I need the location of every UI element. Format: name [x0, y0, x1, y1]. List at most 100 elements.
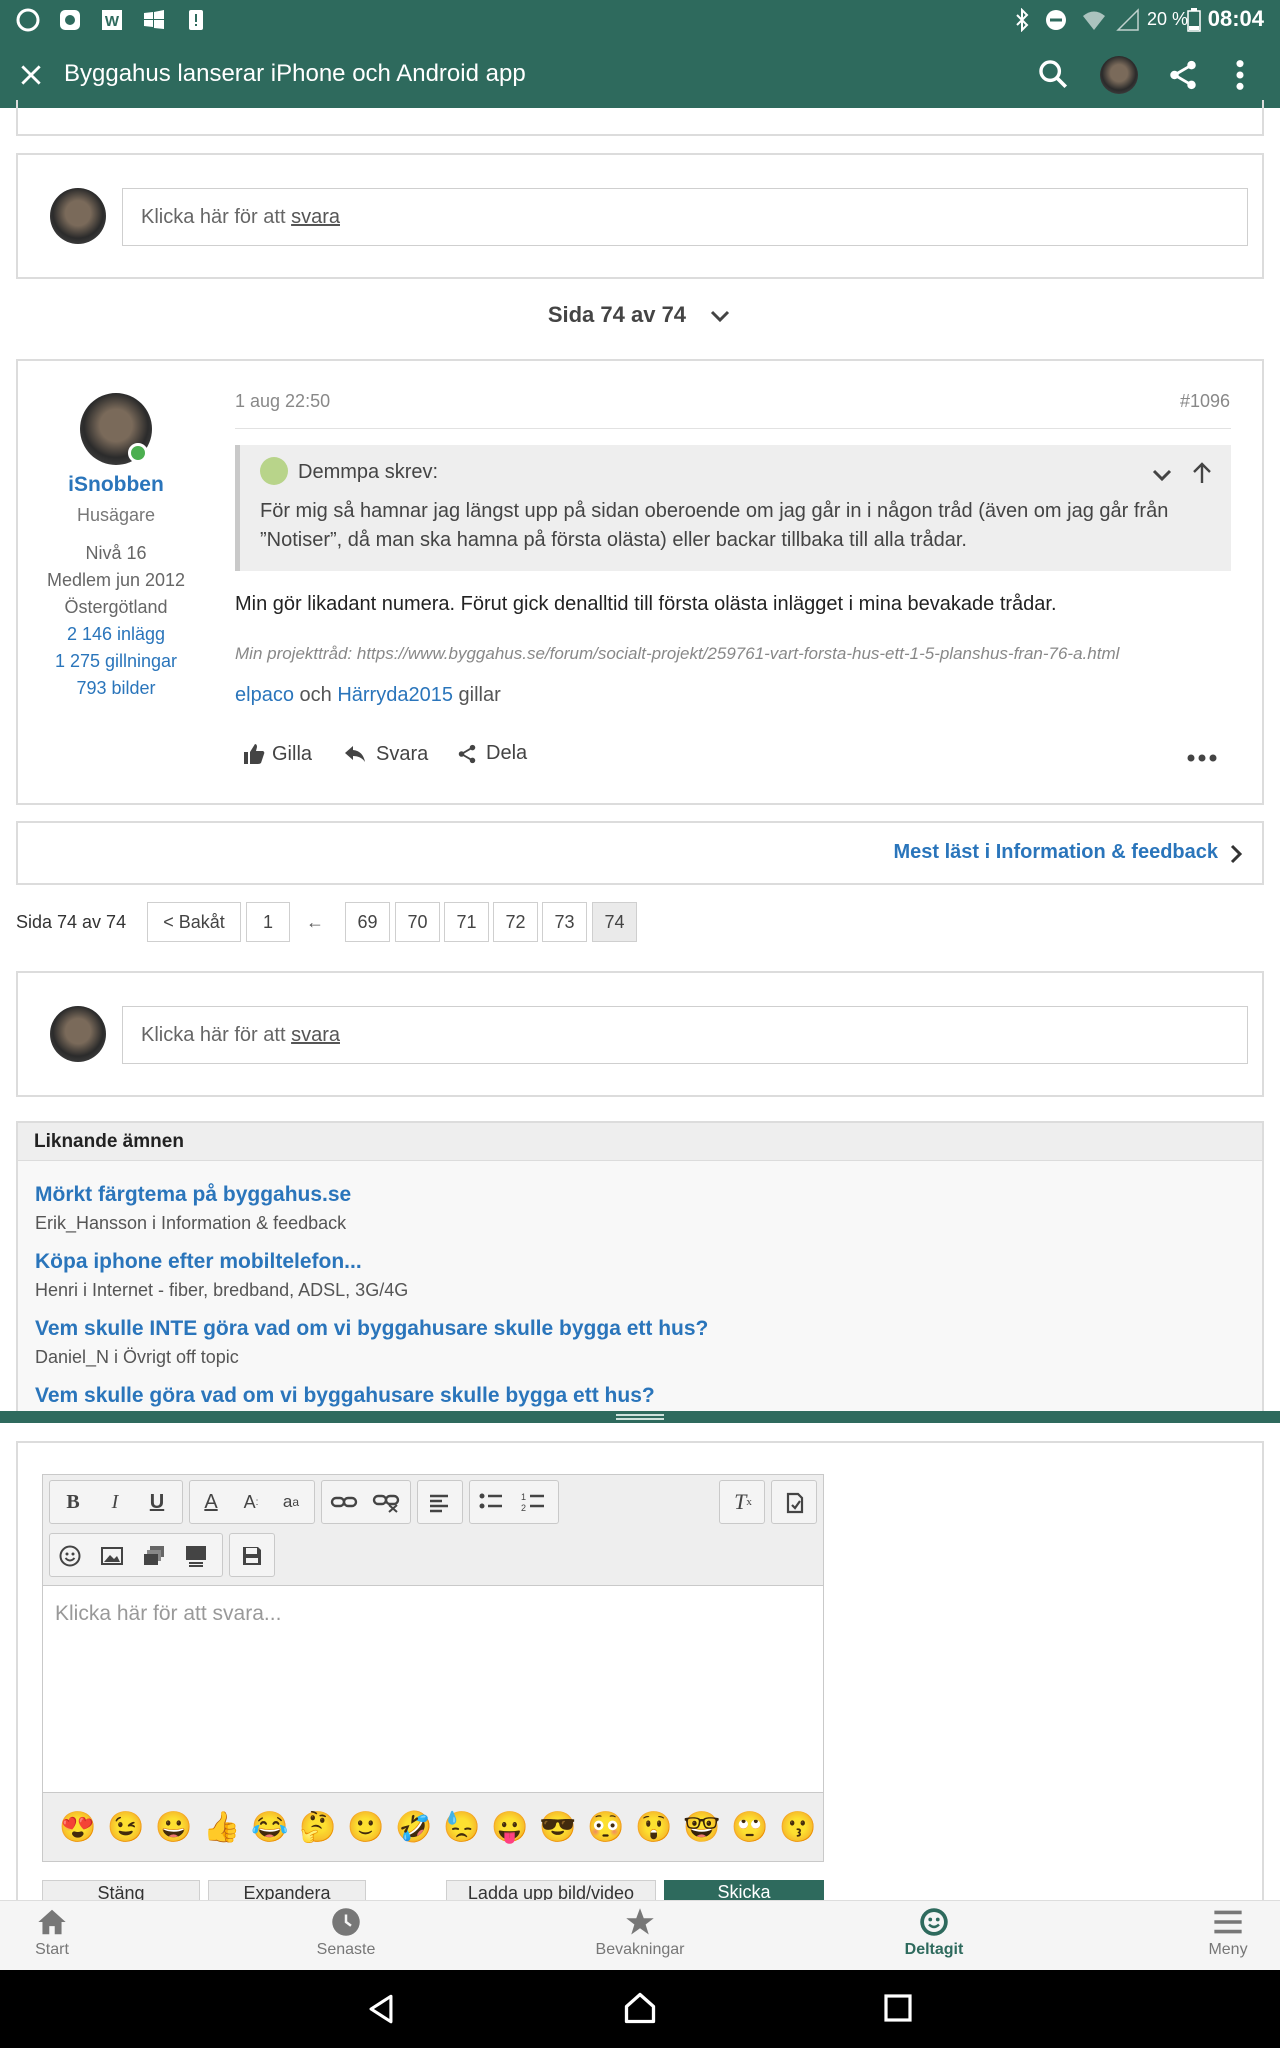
- align-icon[interactable]: [428, 1493, 452, 1513]
- related-topic-link[interactable]: Vem skulle INTE göra vad om vi byggahusa…: [35, 1317, 708, 1341]
- rich-text-editor: B I U A A: aa 12 Tx Klicka här för att s…: [42, 1474, 824, 1862]
- search-icon[interactable]: [1036, 57, 1070, 91]
- emoji-sunglasses[interactable]: 😎: [538, 1810, 578, 1845]
- nav-label: Deltagit: [904, 1941, 964, 1958]
- bullet-list-icon[interactable]: [478, 1491, 504, 1513]
- emoji-smile[interactable]: 🙂: [346, 1810, 386, 1845]
- star-icon: [626, 1908, 654, 1935]
- emoji-grin[interactable]: 😀: [154, 1810, 194, 1845]
- author-likes-link[interactable]: 1 275 gillningar: [18, 648, 214, 675]
- font-family-icon[interactable]: aa: [274, 1485, 308, 1519]
- nav-participated[interactable]: Deltagit: [864, 1907, 1004, 1959]
- user-avatar[interactable]: [1100, 56, 1138, 94]
- underline-icon[interactable]: U: [140, 1485, 174, 1519]
- likers-and: och: [299, 684, 332, 706]
- page-selector[interactable]: Sida 74 av 74: [0, 302, 1280, 328]
- pagination-page[interactable]: 69: [345, 902, 390, 942]
- numbered-list-icon[interactable]: 12: [520, 1491, 546, 1513]
- liker-link[interactable]: Härryda2015: [337, 684, 453, 706]
- nav-menu[interactable]: Meny: [1158, 1907, 1280, 1959]
- pagination-page[interactable]: 72: [493, 902, 538, 942]
- emoji-eye-roll[interactable]: 🙄: [730, 1810, 770, 1845]
- text-color-icon[interactable]: A: [194, 1485, 228, 1519]
- reply-link[interactable]: svara: [291, 206, 340, 229]
- pagination-page[interactable]: 71: [444, 902, 489, 942]
- pagination-current-page[interactable]: 74: [592, 902, 637, 942]
- emoji-flushed[interactable]: 😳: [586, 1810, 626, 1845]
- nav-label: Start: [35, 1941, 69, 1958]
- emoji-rofl[interactable]: 🤣: [394, 1810, 434, 1845]
- emoji-thinking[interactable]: 🤔: [298, 1810, 338, 1845]
- nav-label: Meny: [1208, 1941, 1248, 1958]
- share-button[interactable]: Dela: [456, 742, 527, 765]
- battery-percent: 20 %: [1146, 9, 1188, 29]
- thumbs-up-icon: [244, 744, 265, 764]
- save-draft-icon[interactable]: [240, 1544, 264, 1568]
- media-icon[interactable]: [184, 1544, 208, 1568]
- nav-latest[interactable]: Senaste: [276, 1907, 416, 1959]
- pagination-page[interactable]: 70: [395, 902, 440, 942]
- save-group: [229, 1533, 275, 1577]
- emoji-heart-eyes[interactable]: 😍: [58, 1810, 98, 1845]
- link-icon[interactable]: [330, 1491, 358, 1513]
- liker-link[interactable]: elpaco: [235, 684, 294, 706]
- expand-quote-icon[interactable]: [1150, 463, 1174, 487]
- more-options-icon[interactable]: [1186, 753, 1218, 763]
- author-posts-link[interactable]: 2 146 inlägg: [18, 621, 214, 648]
- wifi-icon: [1083, 11, 1105, 30]
- restore-draft-icon[interactable]: [782, 1491, 806, 1515]
- reply-input-bottom[interactable]: Klicka här för att svara: [122, 1006, 1248, 1064]
- editor-resize-handle[interactable]: [0, 1411, 1280, 1423]
- back-icon[interactable]: [364, 1992, 398, 2026]
- emoji-thumbs-up[interactable]: 👍: [202, 1810, 242, 1845]
- reply-prefix: Klicka här för att: [141, 1023, 286, 1046]
- align-group: [417, 1480, 463, 1524]
- clear-format-icon[interactable]: Tx: [726, 1485, 760, 1519]
- reply-input-top[interactable]: Klicka här för att svara: [122, 188, 1248, 246]
- go-to-quote-icon[interactable]: [1190, 461, 1214, 485]
- home-icon[interactable]: [622, 1990, 658, 2026]
- related-topic-link[interactable]: Vem skulle göra vad om vi byggahusare sk…: [35, 1384, 655, 1408]
- my-avatar: [50, 1006, 106, 1062]
- author-images-link[interactable]: 793 bilder: [18, 675, 214, 702]
- emoji-sweat[interactable]: 😓: [442, 1810, 482, 1845]
- close-icon[interactable]: [18, 62, 44, 88]
- share-icon[interactable]: [1166, 58, 1200, 92]
- bold-icon[interactable]: B: [56, 1485, 90, 1519]
- nav-start[interactable]: Start: [0, 1907, 122, 1959]
- format-group: B I U: [49, 1480, 183, 1524]
- recents-icon[interactable]: [882, 1992, 914, 2024]
- nav-watched[interactable]: Bevakningar: [570, 1907, 710, 1959]
- emoji-tongue[interactable]: 😛: [490, 1810, 530, 1845]
- post-number[interactable]: #1096: [1180, 391, 1230, 412]
- related-topic-link[interactable]: Köpa iphone efter mobiltelefon...: [35, 1250, 362, 1274]
- pagination-first[interactable]: 1: [246, 902, 290, 942]
- emoji-icon[interactable]: [58, 1544, 82, 1568]
- image-icon[interactable]: [100, 1544, 124, 1568]
- emoji-astonished[interactable]: 😲: [634, 1810, 674, 1845]
- like-button[interactable]: Gilla: [242, 742, 312, 766]
- emoji-kiss[interactable]: 😗: [778, 1810, 818, 1845]
- font-size-icon[interactable]: A:: [234, 1485, 268, 1519]
- emoji-wink[interactable]: 😉: [106, 1810, 146, 1845]
- author-name[interactable]: iSnobben: [18, 473, 214, 497]
- chevron-down-icon[interactable]: [708, 304, 732, 328]
- pagination-page[interactable]: 73: [542, 902, 587, 942]
- emoji-nerd[interactable]: 🤓: [682, 1810, 722, 1845]
- unlink-icon[interactable]: [372, 1491, 400, 1513]
- reply-link[interactable]: svara: [291, 1024, 340, 1047]
- emoji-tears-of-joy[interactable]: 😂: [250, 1810, 290, 1845]
- italic-icon[interactable]: I: [98, 1485, 132, 1519]
- pagination-back[interactable]: < Bakåt: [147, 902, 241, 942]
- most-read-link[interactable]: Mest läst i Information & feedback: [16, 821, 1264, 885]
- editor-textarea[interactable]: Klicka här för att svara...: [43, 1585, 823, 1793]
- restore-group: [771, 1480, 817, 1524]
- more-vert-icon[interactable]: [1234, 58, 1246, 92]
- signal-icon: [1116, 8, 1139, 31]
- quick-reply-top: Klicka här för att svara: [16, 153, 1264, 279]
- clear-format-group: Tx: [719, 1480, 765, 1524]
- related-topic-link[interactable]: Mörkt färgtema på byggahus.se: [35, 1183, 351, 1207]
- gallery-icon[interactable]: [142, 1544, 166, 1568]
- quote-author: Demmpa skrev:: [298, 461, 439, 483]
- reply-button[interactable]: Svara: [342, 742, 428, 766]
